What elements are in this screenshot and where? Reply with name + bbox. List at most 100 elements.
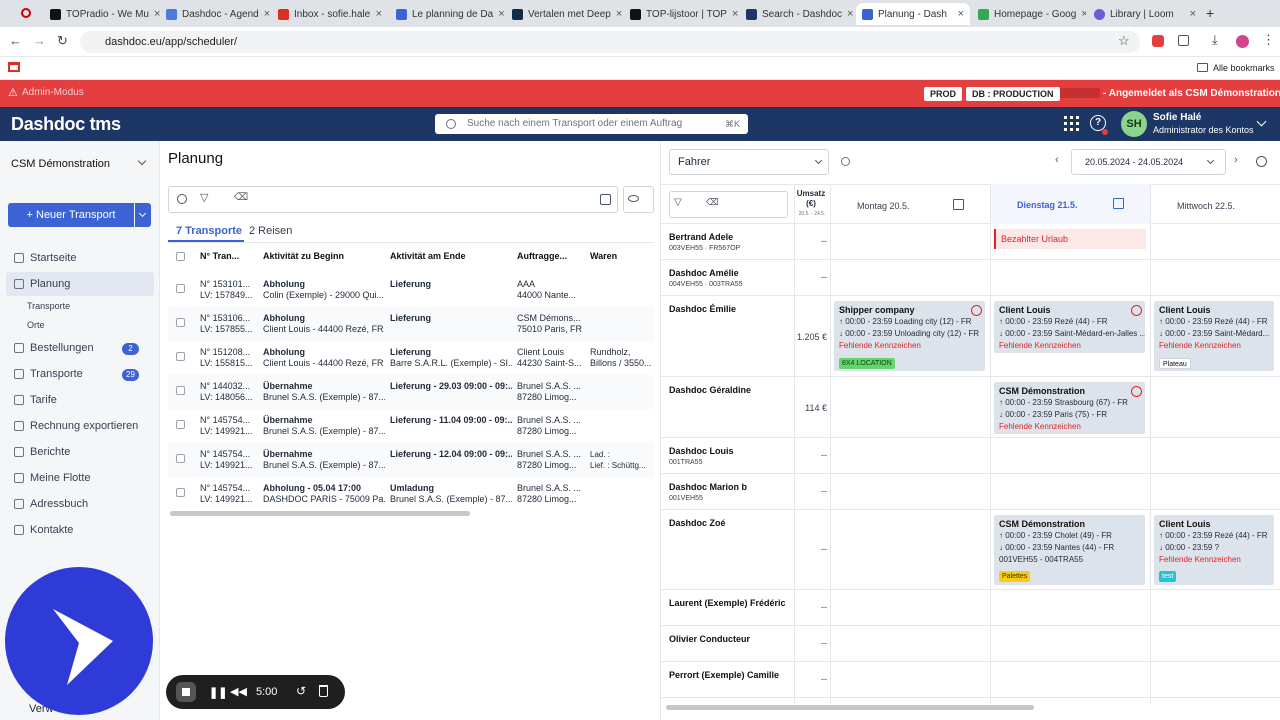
transport-card[interactable]: Client Louis ↑ 00:00 - 23:59 Rezé (44) -…	[994, 301, 1145, 353]
sidebar-item-rechnung[interactable]: Rechnung exportieren	[14, 420, 138, 432]
chevron-down-icon[interactable]	[1256, 116, 1267, 127]
sidebar-subitem-transporte[interactable]: Transporte	[27, 301, 70, 311]
day-header-monday[interactable]: Montag 20.5.	[857, 201, 910, 211]
sidebar-item-bestellungen[interactable]: Bestellungen	[14, 342, 94, 354]
back-icon[interactable]: ←	[9, 33, 22, 48]
browser-tab[interactable]: Inbox - sofie.hale ×	[272, 3, 388, 25]
browser-tab[interactable]: Dashdoc - Agend ×	[160, 3, 272, 25]
table-row[interactable]: N° 145754... LV: 149921... Abholung - 05.…	[168, 477, 654, 511]
next-week-icon[interactable]: ›	[1234, 154, 1238, 166]
extension-icon[interactable]	[1152, 35, 1164, 47]
row-checkbox[interactable]	[176, 386, 185, 395]
driver-name[interactable]: Laurent (Exemple) Frédéric	[669, 598, 786, 608]
day-header-wednesday[interactable]: Mittwoch 22.5.	[1177, 201, 1235, 211]
browser-tab[interactable]: Search - Dashdoc ×	[740, 3, 856, 25]
menu-dots-icon[interactable]: ⋮	[1262, 32, 1275, 48]
sidebar-item-kontakte[interactable]: Kontakte	[14, 524, 73, 536]
avatar[interactable]: SH	[1121, 111, 1147, 137]
global-search-input[interactable]: Suche nach einem Transport oder einem Au…	[435, 114, 748, 134]
driver-name[interactable]: Dashdoc Géraldine	[669, 385, 751, 395]
company-selector[interactable]: CSM Démonstration	[11, 158, 110, 170]
rewind-icon[interactable]: ◀◀	[230, 685, 247, 698]
table-row[interactable]: N° 145754... LV: 149921... Übernahme Brune…	[168, 443, 654, 477]
browser-tab[interactable]: Le planning de Da ×	[390, 3, 506, 25]
table-row[interactable]: N° 144032... LV: 148056... Übernahme Brune…	[168, 375, 654, 409]
column-header[interactable]: Aktivität zu Beginn	[263, 251, 344, 261]
sidebar-item-tarife[interactable]: Tarife	[14, 394, 57, 406]
sidebar-item-planung[interactable]: Planung	[14, 278, 70, 290]
search-icon[interactable]	[177, 194, 187, 204]
info-icon[interactable]	[1256, 156, 1267, 167]
puzzle-icon[interactable]	[1178, 35, 1189, 46]
filter-icon[interactable]: ▽	[200, 191, 208, 204]
table-row[interactable]: N° 153101... LV: 157849... Abholung Colin …	[168, 273, 654, 307]
transport-card[interactable]: CSM Démonstration ↑ 00:00 - 23:59 Strasb…	[994, 382, 1145, 434]
export-icon[interactable]	[600, 194, 611, 205]
table-row[interactable]: N° 145754... LV: 149921... Übernahme Brune…	[168, 409, 654, 443]
driver-name[interactable]: Olivier Conducteur	[669, 634, 750, 644]
clear-filter-icon[interactable]: ⌫	[706, 197, 719, 208]
row-checkbox[interactable]	[176, 420, 185, 429]
forward-icon[interactable]: →	[33, 33, 46, 48]
date-range-picker[interactable]: 20.05.2024 - 24.05.2024	[1071, 149, 1226, 175]
sidebar-item-flotte[interactable]: Meine Flotte	[14, 472, 91, 484]
column-header[interactable]: Waren	[590, 251, 617, 261]
select-all-checkbox[interactable]	[176, 252, 185, 261]
horizontal-scrollbar[interactable]	[170, 511, 470, 516]
tab-reisen[interactable]: 2 Reisen	[249, 225, 292, 237]
logo[interactable]: Dashdoc tms	[11, 114, 121, 135]
column-header[interactable]: Auftragge...	[517, 251, 567, 261]
sidebar-item-startseite[interactable]: Startseite	[14, 252, 76, 264]
browser-tab[interactable]: Homepage - Goog ×	[972, 3, 1086, 25]
new-transport-button[interactable]: + Neuer Transport	[8, 203, 134, 227]
settings-icon[interactable]	[841, 157, 850, 166]
browser-tab[interactable]: Vertalen met Deep ×	[506, 3, 622, 25]
row-checkbox[interactable]	[176, 318, 185, 327]
restart-icon[interactable]: ↺	[296, 684, 306, 698]
row-checkbox[interactable]	[176, 352, 185, 361]
user-name[interactable]: Sofie Halé	[1153, 112, 1201, 123]
download-icon[interactable]: ⤓	[1212, 32, 1218, 48]
chevron-down-icon[interactable]	[137, 156, 147, 166]
trash-icon[interactable]	[319, 685, 328, 697]
driver-name[interactable]: Dashdoc Louis	[669, 446, 734, 456]
browser-tab-active[interactable]: Planung - Dash ×	[856, 3, 970, 25]
browser-tab[interactable]: Library | Loom ×	[1088, 3, 1202, 25]
pause-icon[interactable]: ❚❚	[209, 686, 227, 699]
driver-name[interactable]: Perrort (Exemple) Camille	[669, 670, 779, 680]
browser-tab[interactable]: TOP-lijstoor | TOP ×	[624, 3, 740, 25]
column-header[interactable]: Aktivität am Ende	[390, 251, 466, 261]
profile-avatar[interactable]	[1236, 35, 1249, 48]
bookmark-star-icon[interactable]: ☆	[1118, 33, 1130, 49]
switch-account-icon[interactable]	[1060, 88, 1100, 98]
row-checkbox[interactable]	[176, 284, 185, 293]
calendar-x-icon[interactable]	[953, 199, 964, 210]
driver-name[interactable]: Dashdoc Émilie	[669, 304, 736, 314]
horizontal-scrollbar[interactable]	[666, 705, 1034, 710]
sidebar-subitem-orte[interactable]: Orte	[27, 320, 45, 330]
sidebar-item-adressbuch[interactable]: Adressbuch	[14, 498, 88, 510]
all-bookmarks-link[interactable]: Alle bookmarks	[1213, 63, 1275, 73]
prev-week-icon[interactable]: ‹	[1055, 154, 1059, 166]
driver-name[interactable]: Bertrand Adele	[669, 232, 733, 242]
url-field[interactable]: dashdoc.eu/app/scheduler/	[80, 31, 1140, 53]
row-checkbox[interactable]	[176, 488, 185, 497]
sidebar-item-transporte[interactable]: Transporte	[14, 368, 83, 380]
driver-name[interactable]: Dashdoc Zoé	[669, 518, 726, 528]
apps-grid-icon[interactable]	[1064, 116, 1079, 131]
view-select[interactable]: Fahrer	[669, 149, 829, 175]
tab-transporte[interactable]: 7 Transporte	[176, 225, 242, 237]
absence-block[interactable]: Bezahlter Urlaub	[994, 229, 1146, 249]
driver-filter-box[interactable]	[669, 191, 788, 218]
column-header[interactable]: N° Tran...	[200, 251, 239, 261]
loom-camera-bubble[interactable]	[5, 567, 153, 715]
gmail-icon[interactable]	[8, 62, 20, 72]
table-row[interactable]: N° 151208... LV: 155815... Abholung Client…	[168, 341, 654, 375]
table-row[interactable]: N° 153106... LV: 157855... Abholung Client…	[168, 307, 654, 341]
row-checkbox[interactable]	[176, 454, 185, 463]
clear-filter-icon[interactable]: ⌫	[234, 192, 248, 203]
driver-name[interactable]: Dashdoc Amélie	[669, 268, 739, 278]
filter-icon[interactable]: ▽	[674, 197, 682, 208]
new-tab-icon[interactable]: +	[1206, 5, 1214, 21]
browser-tab[interactable]: TOPradio - We Mu ×	[44, 3, 160, 25]
